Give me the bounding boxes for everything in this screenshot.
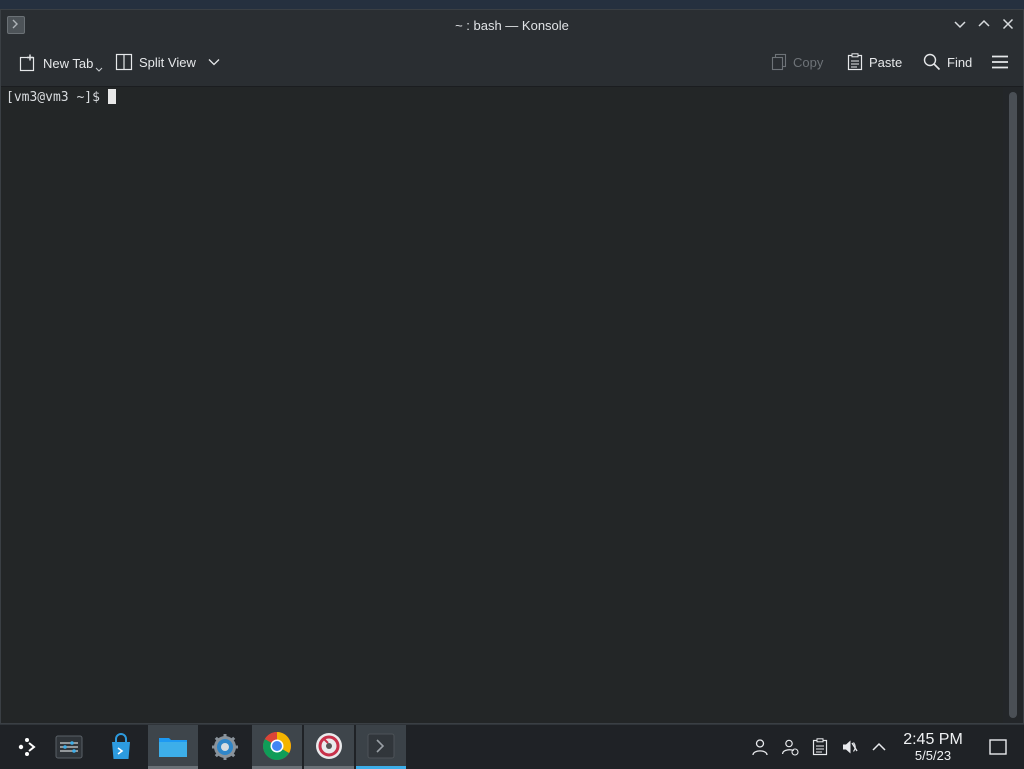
- user-switch-icon: [781, 739, 799, 756]
- file-manager-icon: [159, 737, 187, 757]
- minimize-button[interactable]: [953, 17, 967, 31]
- konsole-window: ~ : bash — Konsole New Tab Split View Co…: [0, 9, 1024, 724]
- show-desktop-button[interactable]: [988, 737, 1008, 757]
- toolbar: New Tab Split View Copy Paste Find: [1, 41, 1023, 87]
- konsole-launcher[interactable]: [356, 725, 406, 769]
- chevron-down-icon: [95, 67, 103, 72]
- paste-label: Paste: [869, 54, 903, 70]
- app-launcher-button[interactable]: [0, 725, 50, 769]
- clock-time: 2:45 PM: [903, 731, 963, 748]
- scrollbar-thumb[interactable]: [1009, 92, 1017, 718]
- copy-button[interactable]: Copy: [771, 53, 823, 71]
- show-desktop-icon: [989, 739, 1007, 755]
- new-tab-button[interactable]: New Tab: [19, 53, 103, 73]
- clipboard-tray-item[interactable]: [810, 737, 830, 757]
- tray-expander[interactable]: [869, 737, 889, 757]
- split-view-icon: [115, 53, 133, 71]
- taskbar: 2:45 PM 5/5/23: [0, 724, 1024, 769]
- close-button[interactable]: [1001, 17, 1015, 31]
- maximize-button[interactable]: [977, 17, 991, 31]
- media-app-icon: [316, 732, 342, 759]
- file-manager-launcher[interactable]: [148, 725, 198, 769]
- discover-store-icon: [112, 733, 130, 759]
- shell-prompt: [vm3@vm3 ~]$: [6, 90, 100, 105]
- chevron-down-icon: [954, 21, 966, 29]
- settings-gear-icon: [212, 734, 238, 760]
- title-bar[interactable]: ~ : bash — Konsole: [1, 10, 1023, 41]
- terminal-scrollbar[interactable]: [1003, 87, 1023, 723]
- app-launcher-icon: [18, 738, 36, 756]
- copy-label: Copy: [793, 54, 824, 70]
- system-settings-launcher[interactable]: [44, 725, 94, 769]
- new-tab-label: New Tab: [43, 55, 94, 71]
- split-view-label: Split View: [139, 54, 196, 70]
- clipboard-icon: [812, 738, 828, 756]
- chrome-launcher[interactable]: [252, 725, 302, 769]
- user-icon: [752, 739, 768, 756]
- new-tab-icon: [19, 54, 35, 72]
- clock-date: 5/5/23: [914, 748, 952, 763]
- text-cursor: [107, 89, 116, 104]
- hamburger-menu-button[interactable]: [991, 55, 1009, 69]
- window-title: ~ : bash — Konsole: [455, 18, 569, 33]
- discover-store-launcher[interactable]: [96, 725, 146, 769]
- hamburger-menu-icon: [992, 55, 1008, 69]
- chevron-up-icon: [978, 19, 990, 27]
- konsole-icon: [367, 733, 395, 758]
- find-label: Find: [947, 54, 973, 70]
- paste-button[interactable]: Paste: [847, 53, 902, 71]
- settings-launcher[interactable]: [200, 725, 250, 769]
- chrome-icon: [263, 731, 291, 760]
- copy-icon: [771, 53, 787, 71]
- volume-tray-item[interactable]: [840, 737, 860, 757]
- close-icon: [1002, 18, 1014, 30]
- media-app-launcher[interactable]: [304, 725, 354, 769]
- chevron-up-icon: [872, 742, 886, 751]
- split-view-button[interactable]: Split View: [115, 53, 220, 71]
- find-button[interactable]: Find: [923, 53, 972, 71]
- clock[interactable]: 2:45 PM 5/5/23: [898, 731, 968, 763]
- accounts-tray-item[interactable]: [780, 737, 800, 757]
- system-settings-icon: [55, 735, 83, 759]
- paste-icon: [847, 53, 863, 71]
- chevron-down-icon: [208, 59, 220, 66]
- search-icon: [923, 53, 941, 71]
- terminal-area[interactable]: [vm3@vm3 ~]$: [1, 87, 1003, 723]
- user-tray-item[interactable]: [750, 737, 770, 757]
- volume-muted-icon: [843, 740, 858, 754]
